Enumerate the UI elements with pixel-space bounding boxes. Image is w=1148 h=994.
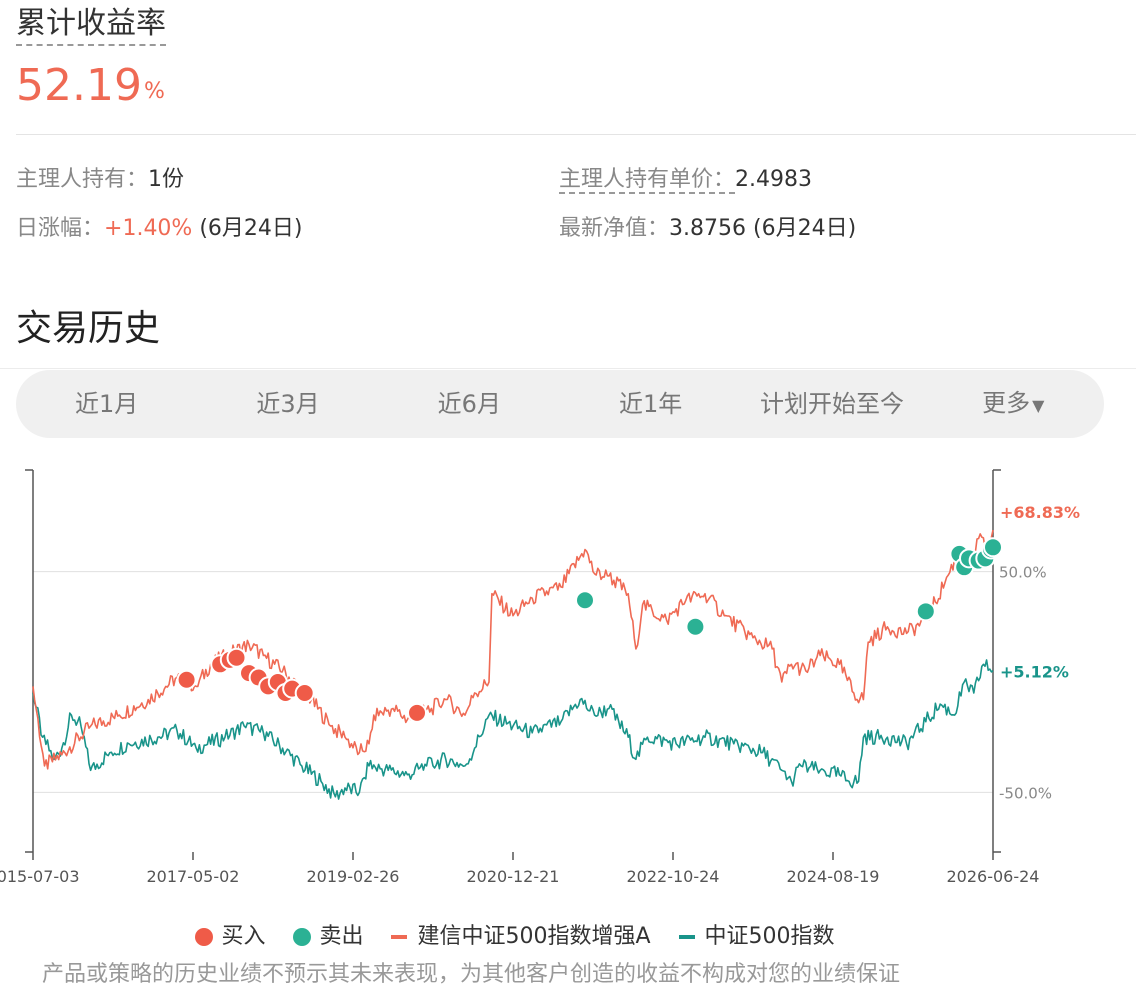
cumulative-return-title[interactable]: 累计收益率 [16, 6, 166, 46]
nav-date: (6月24日) [753, 216, 857, 241]
tab-more-label: 更多 [982, 388, 1031, 417]
series-b-end-label: +5.12% [1000, 663, 1069, 682]
tab-since-start[interactable]: 计划开始至今 [741, 370, 922, 438]
sell-marker [915, 601, 936, 622]
nav-row: 最新净值：3.8756 (6月24日) [559, 214, 856, 244]
x-tick-label: 2024-08-19 [787, 867, 880, 886]
buy-marker [226, 647, 247, 668]
nav-label: 最新净值： [559, 216, 670, 241]
line-b-icon [678, 935, 695, 939]
sell-marker [983, 537, 1003, 558]
x-tick-label: 2017-05-02 [147, 867, 240, 886]
tab-3-months[interactable]: 近3月 [197, 370, 378, 438]
trade-history-title: 交易历史 [16, 308, 161, 349]
legend-sell[interactable]: 卖出 [293, 922, 363, 952]
x-tick-label: 2015-07-03 [0, 867, 79, 886]
legend-sell-label: 卖出 [319, 924, 364, 949]
return-number: 52.19 [16, 60, 142, 111]
holdings-label: 主理人持有： [16, 167, 149, 192]
y-tick-label: -50.0% [999, 784, 1052, 802]
legend-series-b-label: 中证500指数 [704, 924, 835, 949]
x-tick-label: 2019-02-26 [307, 867, 400, 886]
buy-dot-icon [195, 928, 214, 946]
buy-marker [407, 702, 427, 723]
cumulative-return-value: 52.19% [16, 58, 165, 114]
daily-change-row: 日涨幅：+1.40% (6月24日) [16, 214, 303, 244]
period-tabs: 近1月 近3月 近6月 近1年 计划开始至今 更多 ▼ [16, 370, 1104, 438]
legend-buy-label: 买入 [221, 924, 266, 949]
legend-buy[interactable]: 买入 [195, 922, 265, 952]
tab-1-month[interactable]: 近1月 [16, 370, 197, 438]
return-unit: % [143, 79, 165, 104]
tab-more[interactable]: 更多 ▼ [923, 369, 1104, 440]
unit-price-label[interactable]: 主理人持有单价： [559, 167, 736, 194]
chart-legend: 买入 卖出 建信中证500指数增强A 中证500指数 [0, 922, 1030, 952]
legend-series-b[interactable]: 中证500指数 [678, 922, 835, 952]
daily-change-date: (6月24日) [199, 216, 303, 241]
legend-series-a[interactable]: 建信中证500指数增强A [391, 922, 651, 952]
x-tick-label: 2020-12-21 [467, 867, 560, 886]
daily-change-value: +1.40% [104, 216, 193, 241]
caret-down-icon: ▼ [1032, 395, 1045, 415]
y-tick-label: 50.0% [999, 564, 1047, 582]
series-a-end-label: +68.83% [1000, 503, 1080, 522]
disclaimer: 产品或策略的历史业绩不预示其未来表现，为其他客户创造的收益不构成对您的业绩保证 [42, 962, 901, 987]
performance-chart[interactable]: 50.0% -50.0% 2015-07-03 2017-05-02 2019-02-2… [0, 460, 1148, 900]
x-tick-label: 2022-10-24 [627, 867, 720, 886]
nav-value: 3.8756 [669, 216, 746, 241]
sell-marker [685, 616, 706, 637]
daily-change-label: 日涨幅： [16, 216, 105, 241]
holdings-row: 主理人持有：1份 [16, 165, 184, 195]
line-a-icon [391, 935, 408, 939]
unit-price-value: 2.4983 [735, 167, 812, 192]
holdings-value: 1份 [148, 167, 185, 192]
tab-6-months[interactable]: 近6月 [379, 370, 560, 438]
divider [16, 134, 1136, 135]
sell-marker [575, 590, 595, 611]
unit-price-row: 主理人持有单价：2.4983 [559, 165, 812, 195]
tab-1-year[interactable]: 近1年 [560, 370, 741, 438]
buy-marker [176, 669, 197, 690]
legend-series-a-label: 建信中证500指数增强A [417, 924, 651, 949]
x-tick-label: 2026-06-24 [947, 867, 1040, 886]
buy-marker [294, 683, 315, 704]
sell-dot-icon [293, 928, 312, 946]
